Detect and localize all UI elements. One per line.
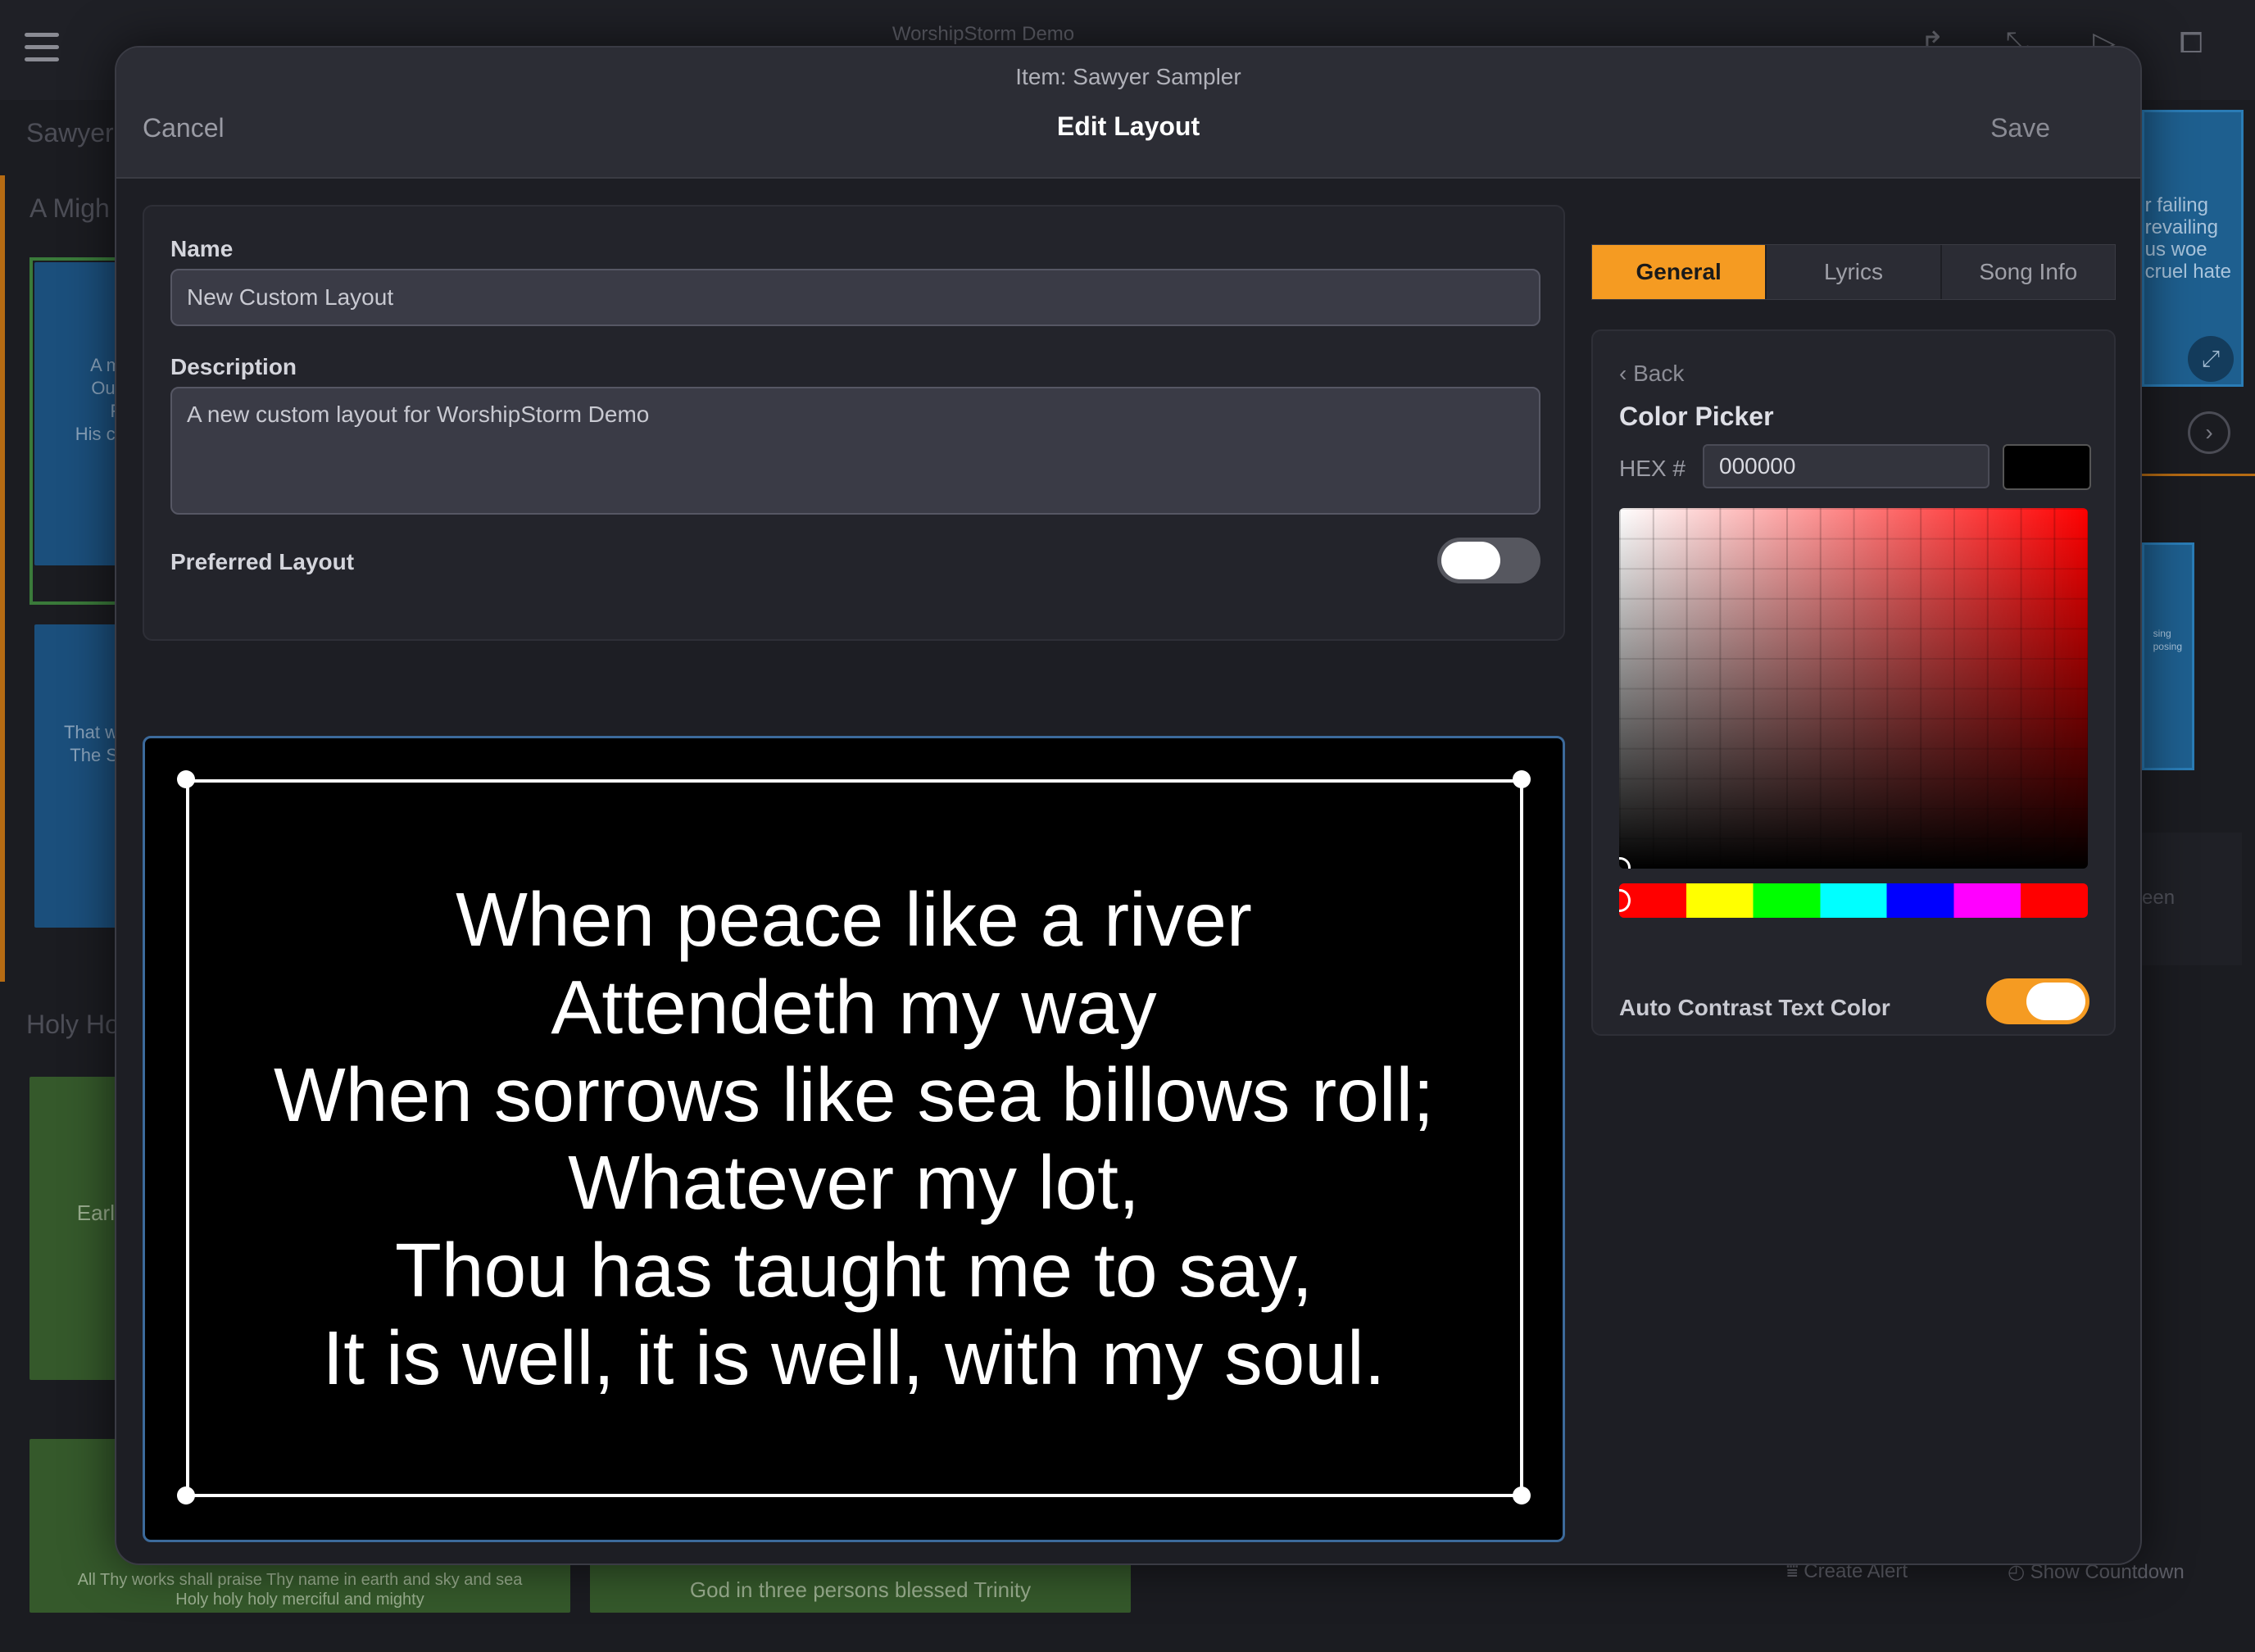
layout-preview: When peace like a river Attendeth my way… bbox=[143, 736, 1565, 1542]
bg-next-preview[interactable]: sing posing bbox=[2142, 542, 2194, 770]
layout-form: Name Description A new custom layout for… bbox=[143, 205, 1565, 641]
hex-input[interactable] bbox=[1703, 444, 1990, 488]
modal-subtitle: Item: Sawyer Sampler bbox=[1015, 64, 1241, 89]
description-textarea[interactable]: A new custom layout for WorshipStorm Dem… bbox=[170, 387, 1540, 515]
menu-icon[interactable] bbox=[25, 33, 59, 62]
bg-divider bbox=[2142, 474, 2255, 476]
resize-handle-top-left[interactable] bbox=[177, 770, 195, 788]
save-button[interactable]: Save bbox=[1990, 113, 2050, 143]
lyric-line: Whatever my lot, bbox=[568, 1140, 1140, 1225]
edit-layout-modal: Item: Sawyer Sampler Edit Layout Cancel … bbox=[115, 46, 2142, 1565]
bg-slide[interactable]: A m Our F His cr bbox=[34, 262, 125, 565]
saturation-value-area[interactable] bbox=[1619, 508, 2088, 869]
resize-handle-bottom-left[interactable] bbox=[177, 1486, 195, 1504]
lyric-line: When peace like a river bbox=[456, 877, 1252, 962]
description-label: Description bbox=[170, 354, 297, 379]
preferred-layout-toggle[interactable] bbox=[1437, 538, 1540, 583]
toggle-knob bbox=[2026, 983, 2085, 1020]
hue-cursor[interactable] bbox=[1619, 889, 1631, 912]
auto-contrast-label: Auto Contrast Text Color bbox=[1619, 995, 1890, 1020]
screen-icon[interactable]: ⧠ bbox=[2173, 25, 2209, 61]
color-picker-panel: ‹ Back Color Picker HEX # Auto Contrast … bbox=[1591, 329, 2116, 1036]
bg-song-title[interactable]: A Migh bbox=[29, 193, 110, 224]
modal-title: Edit Layout bbox=[1056, 111, 1200, 141]
app-title: WorshipStorm Demo bbox=[892, 23, 1075, 45]
auto-contrast-toggle[interactable] bbox=[1986, 978, 2089, 1024]
resize-handle-bottom-right[interactable] bbox=[1513, 1486, 1531, 1504]
bg-section-sawyer[interactable]: Sawyer bbox=[26, 118, 114, 148]
settings-tabs: General Lyrics Song Info bbox=[1591, 244, 2116, 300]
lyric-line: It is well, it is well, with my soul. bbox=[322, 1315, 1386, 1400]
cancel-button[interactable]: Cancel bbox=[143, 113, 225, 143]
sv-grid bbox=[1619, 508, 2088, 869]
toggle-knob bbox=[1441, 542, 1500, 579]
bg-selection-bar bbox=[0, 175, 5, 982]
lyric-line: Thou has taught me to say, bbox=[394, 1228, 1314, 1313]
resize-handle-top-right[interactable] bbox=[1513, 770, 1531, 788]
tab-song-info[interactable]: Song Info bbox=[1942, 245, 2115, 299]
name-label: Name bbox=[170, 236, 234, 261]
bg-section-holy[interactable]: Holy Ho bbox=[26, 1010, 120, 1040]
back-button[interactable]: ‹ Back bbox=[1619, 361, 1684, 387]
bg-screen-label: een bbox=[2142, 887, 2176, 909]
bg-slide[interactable]: Earl bbox=[29, 1077, 120, 1380]
modal-header: Item: Sawyer Sampler Edit Layout Cancel … bbox=[116, 48, 2140, 179]
preferred-layout-label: Preferred Layout bbox=[170, 549, 355, 574]
app-root: WorshipStorm Demo ↱ ⤡ ▷ ⧠ Sawyer A Migh … bbox=[0, 0, 2255, 1652]
bg-screen-panel: een bbox=[2142, 833, 2242, 965]
tab-lyrics[interactable]: Lyrics bbox=[1767, 245, 1942, 299]
lyric-line: When sorrows like sea billows roll; bbox=[273, 1052, 1435, 1137]
lyric-line: Attendeth my way bbox=[551, 964, 1157, 1050]
name-input[interactable] bbox=[170, 269, 1540, 326]
bg-slide[interactable]: That w The S bbox=[34, 624, 125, 928]
lyrics-text: When peace like a river Attendeth my way… bbox=[145, 876, 1563, 1402]
color-picker-title: Color Picker bbox=[1619, 402, 1774, 431]
fullscreen-icon[interactable]: ⤢ bbox=[2188, 336, 2234, 382]
hue-slider[interactable] bbox=[1619, 883, 2088, 918]
chevron-right-icon[interactable]: › bbox=[2188, 411, 2230, 454]
current-color-swatch bbox=[2003, 444, 2091, 490]
hex-label: HEX # bbox=[1619, 456, 1686, 481]
tab-general[interactable]: General bbox=[1592, 245, 1767, 299]
